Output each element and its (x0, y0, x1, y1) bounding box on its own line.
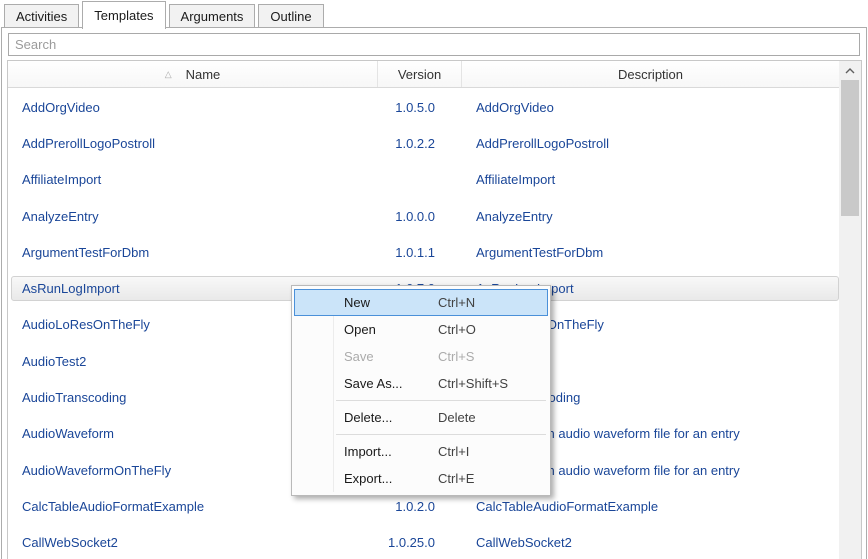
version-cell: 1.0.2.0 (378, 499, 462, 514)
tab-templates[interactable]: Templates (82, 1, 165, 29)
sort-ascending-icon: △ (165, 70, 172, 79)
name-cell: ArgumentTestForDbm (8, 245, 378, 260)
name-cell: CalcTableAudioFormatExample (8, 499, 378, 514)
version-cell: 1.0.1.1 (378, 245, 462, 260)
menu-item-shortcut: Ctrl+Shift+S (438, 370, 508, 397)
scroll-up-button[interactable] (839, 61, 861, 81)
description-cell: AffiliateImport (462, 172, 839, 187)
scrollbar-thumb[interactable] (841, 80, 859, 216)
table-row[interactable]: AddOrgVideo 1.0.5.0 AddOrgVideo (8, 89, 839, 125)
version-cell: 1.0.5.0 (378, 100, 462, 115)
menu-item-delete[interactable]: Delete... Delete (292, 404, 550, 431)
version-cell: 1.0.25.0 (378, 535, 462, 550)
name-cell: AddPrerollLogoPostroll (8, 136, 378, 151)
menu-item-new[interactable]: New Ctrl+N (292, 289, 550, 316)
table-row[interactable]: AffiliateImport AffiliateImport (8, 162, 839, 198)
column-header-version-label: Version (398, 67, 441, 82)
tab-arguments[interactable]: Arguments (169, 4, 256, 27)
description-cell: CallWebSocket2 (462, 535, 839, 550)
chevron-up-icon (845, 68, 855, 74)
menu-item-label: Save As... (344, 370, 403, 397)
version-cell: 1.0.2.2 (378, 136, 462, 151)
menu-item-shortcut: Ctrl+N (438, 289, 475, 316)
menu-item-save: Save Ctrl+S (292, 343, 550, 370)
menu-item-label: Export... (344, 465, 392, 492)
description-cell: AddOrgVideo (462, 100, 839, 115)
column-header-name-label: Name (186, 67, 221, 82)
tab-outline[interactable]: Outline (258, 4, 323, 27)
list-header: △ Name Version Description (8, 61, 839, 88)
table-row[interactable]: AnalyzeEntry 1.0.0.0 AnalyzeEntry (8, 198, 839, 234)
menu-item-shortcut: Ctrl+S (438, 343, 474, 370)
menu-item-shortcut: Ctrl+I (438, 438, 469, 465)
menu-item-label: Import... (344, 438, 392, 465)
description-cell: ArgumentTestForDbm (462, 245, 839, 260)
menu-separator (292, 397, 550, 404)
menu-item-open[interactable]: Open Ctrl+O (292, 316, 550, 343)
menu-item-export[interactable]: Export... Ctrl+E (292, 465, 550, 492)
name-cell: AnalyzeEntry (8, 209, 378, 224)
tab-strip: Activities Templates Arguments Outline (4, 0, 327, 28)
table-row[interactable]: CallWebSocket2 1.0.25.0 CallWebSocket2 (8, 525, 839, 559)
menu-item-label: Open (344, 316, 376, 343)
menu-item-label: New (344, 289, 370, 316)
menu-separator (292, 431, 550, 438)
name-cell: AffiliateImport (8, 172, 378, 187)
table-row[interactable]: ArgumentTestForDbm 1.0.1.1 ArgumentTestF… (8, 234, 839, 270)
description-cell: AddPrerollLogoPostroll (462, 136, 839, 151)
tab-label: Arguments (181, 9, 244, 24)
column-header-version[interactable]: Version (378, 61, 462, 87)
tab-label: Templates (94, 8, 153, 23)
menu-item-shortcut: Ctrl+E (438, 465, 474, 492)
menu-item-shortcut: Delete (438, 404, 476, 431)
context-menu: New Ctrl+N Open Ctrl+O Save Ctrl+S Save … (291, 285, 551, 496)
table-row[interactable]: AddPrerollLogoPostroll 1.0.2.2 AddPrerol… (8, 125, 839, 161)
templates-window: Activities Templates Arguments Outline △… (0, 0, 868, 559)
menu-item-label: Delete... (344, 404, 392, 431)
column-header-description-label: Description (618, 67, 683, 82)
menu-item-shortcut: Ctrl+O (438, 316, 476, 343)
tab-label: Outline (270, 9, 311, 24)
vertical-scrollbar[interactable] (839, 61, 861, 559)
description-cell: CalcTableAudioFormatExample (462, 499, 839, 514)
menu-item-label: Save (344, 343, 374, 370)
version-cell: 1.0.0.0 (378, 209, 462, 224)
column-header-name[interactable]: △ Name (8, 61, 378, 87)
menu-item-import[interactable]: Import... Ctrl+I (292, 438, 550, 465)
column-header-description[interactable]: Description (462, 61, 839, 87)
menu-item-save-as[interactable]: Save As... Ctrl+Shift+S (292, 370, 550, 397)
tab-label: Activities (16, 9, 67, 24)
search-input[interactable] (8, 33, 860, 56)
name-cell: AddOrgVideo (8, 100, 378, 115)
description-cell: AnalyzeEntry (462, 209, 839, 224)
tab-activities[interactable]: Activities (4, 4, 79, 27)
name-cell: CallWebSocket2 (8, 535, 378, 550)
